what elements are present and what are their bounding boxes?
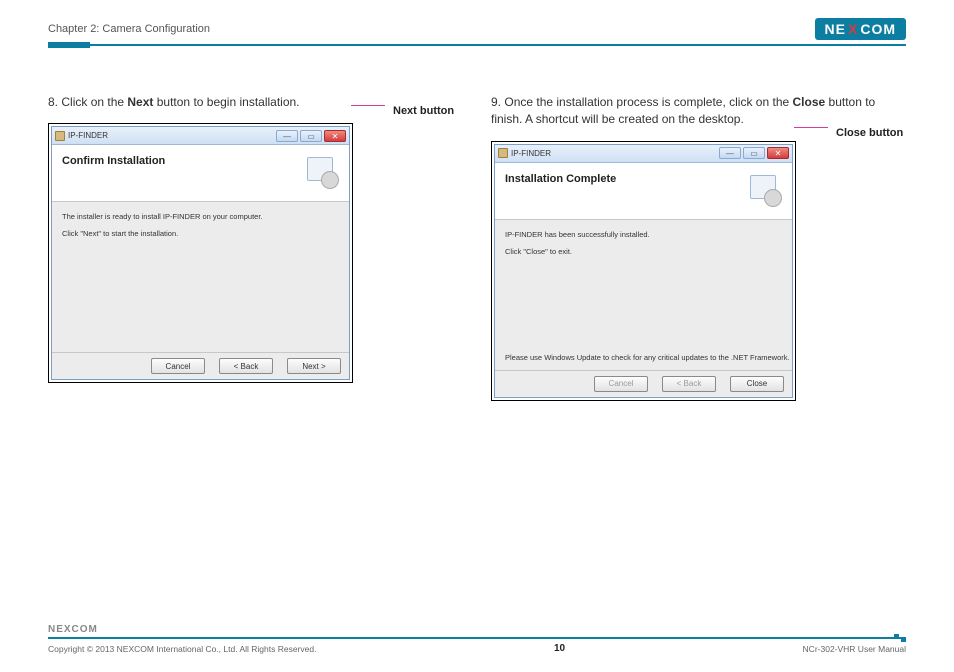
step-8-bold: Next (127, 95, 153, 109)
step-8-column: 8. Click on the Next button to begin ins… (48, 94, 463, 401)
window-close-button[interactable]: ✕ (767, 147, 789, 159)
callout-label-close: Close button (836, 127, 903, 139)
cancel-button: Cancel (594, 376, 648, 392)
installer-icon (305, 155, 339, 189)
install-complete-dialog: IP-FINDER — ▭ ✕ Installation Complete (491, 141, 796, 401)
minimize-button[interactable]: — (719, 147, 741, 159)
dialog-title: IP-FINDER (511, 149, 551, 158)
footer-copyright: Copyright © 2013 NEXCOM International Co… (48, 644, 316, 654)
installer-icon (748, 173, 782, 207)
page-number: 10 (554, 643, 565, 654)
step-9-bold: Close (793, 95, 826, 109)
minimize-button[interactable]: — (276, 130, 298, 142)
step-9-column: 9. Once the installation process is comp… (491, 94, 906, 401)
dialog-titlebar: IP-FINDER — ▭ ✕ (495, 145, 792, 163)
back-button[interactable]: < Back (219, 358, 273, 374)
footer-doc-name: NCr-302-VHR User Manual (803, 644, 906, 654)
dialog-body-line-2: Click "Next" to start the installation. (62, 229, 339, 238)
maximize-button[interactable]: ▭ (743, 147, 765, 159)
dialog-footnote: Please use Windows Update to check for a… (505, 353, 790, 362)
back-button: < Back (662, 376, 716, 392)
dialog-heading: Confirm Installation (62, 155, 165, 167)
step-9-part-a: Once the installation process is complet… (504, 95, 792, 109)
step-8-part-a: Click on the (61, 95, 127, 109)
dialog-body-line-2: Click "Close" to exit. (505, 247, 782, 256)
app-icon (498, 148, 508, 158)
step-9-number: 9. (491, 95, 501, 109)
logo-text-com: COM (860, 21, 896, 37)
step-8-part-b: button to begin installation. (153, 95, 299, 109)
header-divider (48, 44, 906, 46)
dialog-title: IP-FINDER (68, 131, 108, 140)
callout-line-close (794, 127, 828, 128)
chapter-title: Chapter 2: Camera Configuration (48, 23, 210, 35)
next-button[interactable]: Next > (287, 358, 341, 374)
confirm-install-dialog: IP-FINDER — ▭ ✕ Confirm Installation (48, 123, 353, 383)
logo-text-ne: NE (825, 21, 846, 37)
dialog-heading: Installation Complete (505, 173, 616, 185)
window-close-button[interactable]: ✕ (324, 130, 346, 142)
footer-logo: NEXCOM (48, 624, 906, 635)
close-button[interactable]: Close (730, 376, 784, 392)
dialog-titlebar: IP-FINDER — ▭ ✕ (52, 127, 349, 145)
maximize-button[interactable]: ▭ (300, 130, 322, 142)
step-8-number: 8. (48, 95, 58, 109)
app-icon (55, 131, 65, 141)
nexcom-logo: NEXCOM (815, 18, 906, 40)
step-9-text: 9. Once the installation process is comp… (491, 94, 906, 129)
callout-line-next (351, 105, 385, 106)
dialog-body-line-1: The installer is ready to install IP-FIN… (62, 212, 339, 221)
footer-divider (48, 637, 906, 639)
cancel-button[interactable]: Cancel (151, 358, 205, 374)
logo-text-x: X (848, 21, 858, 37)
callout-label-next: Next button (393, 105, 454, 117)
dialog-body-line-1: IP-FINDER has been successfully installe… (505, 230, 782, 239)
